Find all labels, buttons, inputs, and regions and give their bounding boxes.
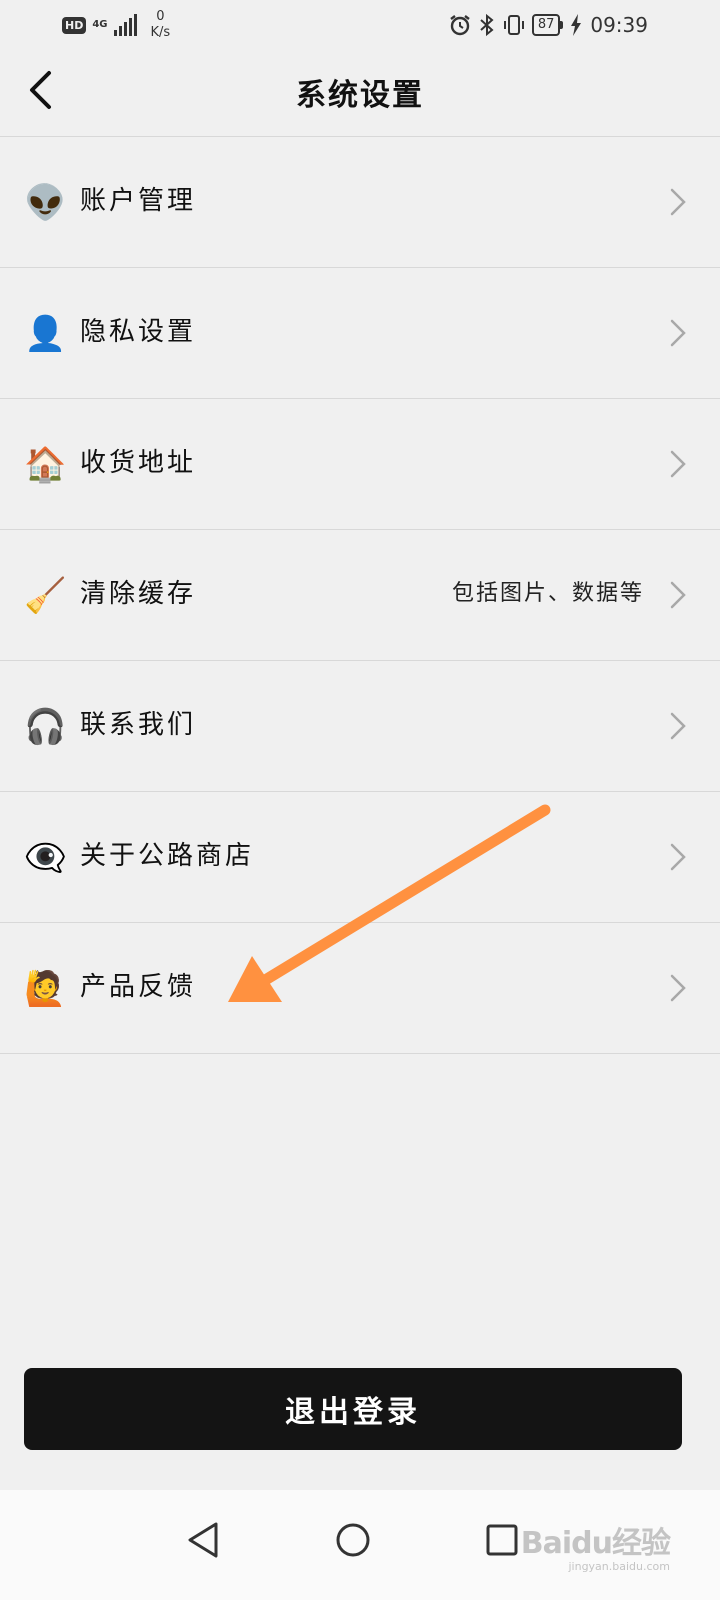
- menu-item-contact[interactable]: 🎧 联系我们: [0, 661, 720, 792]
- network-speed: 0 K/s: [151, 9, 171, 41]
- top-app-bar: 系统设置: [0, 50, 720, 137]
- charging-icon: [571, 14, 582, 36]
- person-silhouette-icon: 👤: [24, 314, 67, 354]
- menu-item-address[interactable]: 🏠 收货地址: [0, 399, 720, 530]
- menu-item-privacy[interactable]: 👤 隐私设置: [0, 268, 720, 399]
- chevron-right-icon: [670, 712, 686, 740]
- vibrate-icon: [503, 15, 524, 35]
- triangle-back-icon: [188, 1522, 218, 1558]
- menu-item-subtitle: 包括图片、数据等: [451, 581, 644, 606]
- nav-back-button[interactable]: [172, 1510, 232, 1570]
- status-right: 87 09:39: [448, 8, 648, 42]
- menu-item-label: 清除缓存: [80, 579, 197, 609]
- signal-strength-icon: [113, 14, 137, 36]
- status-bar: HD 4G 0 K/s 87 09:39: [0, 0, 720, 50]
- alarm-icon: [450, 15, 470, 36]
- watermark-logo: Baidu经验: [520, 1526, 671, 1561]
- network-speed-value: 0: [156, 9, 165, 24]
- hd-badge: HD: [62, 16, 87, 34]
- chevron-right-icon: [670, 843, 686, 871]
- menu-item-label: 隐私设置: [80, 317, 197, 347]
- bluetooth-icon: [480, 13, 494, 37]
- logout-button[interactable]: 退出登录: [24, 1368, 682, 1450]
- menu-item-label: 联系我们: [80, 710, 197, 740]
- chevron-right-icon: [670, 450, 686, 478]
- alien-icon: 👽: [24, 183, 67, 223]
- menu-item-label: 收货地址: [80, 448, 197, 478]
- network-type: 4G: [92, 19, 108, 30]
- menu-item-label: 账户管理: [80, 186, 197, 216]
- chevron-right-icon: [670, 319, 686, 347]
- battery-level: 87: [531, 14, 563, 36]
- nav-home-button[interactable]: [323, 1510, 383, 1570]
- person-raising-hand-icon: 🙋: [24, 969, 67, 1009]
- settings-list: 👽 账户管理 👤 隐私设置 🏠 收货地址 🧹 清除缓存 包括图片、数据等 🎧 联…: [0, 137, 720, 1054]
- headphones-icon: 🎧: [24, 707, 67, 747]
- broom-icon: 🧹: [24, 576, 67, 616]
- chevron-right-icon: [670, 581, 686, 609]
- page-title: 系统设置: [296, 78, 424, 113]
- eye-in-speech-bubble-icon: 👁️‍🗨️: [24, 838, 67, 878]
- menu-item-clear-cache[interactable]: 🧹 清除缓存 包括图片、数据等: [0, 530, 720, 661]
- circle-home-icon: [336, 1523, 370, 1557]
- baidu-jingyan-watermark: Baidu经验 jingyan.baidu.com: [520, 1518, 671, 1573]
- network-speed-unit: K/s: [150, 25, 171, 40]
- chevron-right-icon: [670, 188, 686, 216]
- menu-item-feedback[interactable]: 🙋 产品反馈: [0, 923, 720, 1054]
- status-left: HD 4G 0 K/s: [62, 8, 170, 42]
- menu-item-label: 产品反馈: [80, 972, 197, 1002]
- house-icon: 🏠: [24, 445, 67, 485]
- menu-item-label: 关于公路商店: [80, 841, 255, 871]
- system-nav-bar: Baidu经验 jingyan.baidu.com: [0, 1490, 720, 1600]
- chevron-right-icon: [670, 974, 686, 1002]
- menu-item-about[interactable]: 👁️‍🗨️ 关于公路商店: [0, 792, 720, 923]
- clock: 09:39: [590, 13, 648, 37]
- menu-item-account[interactable]: 👽 账户管理: [0, 137, 720, 268]
